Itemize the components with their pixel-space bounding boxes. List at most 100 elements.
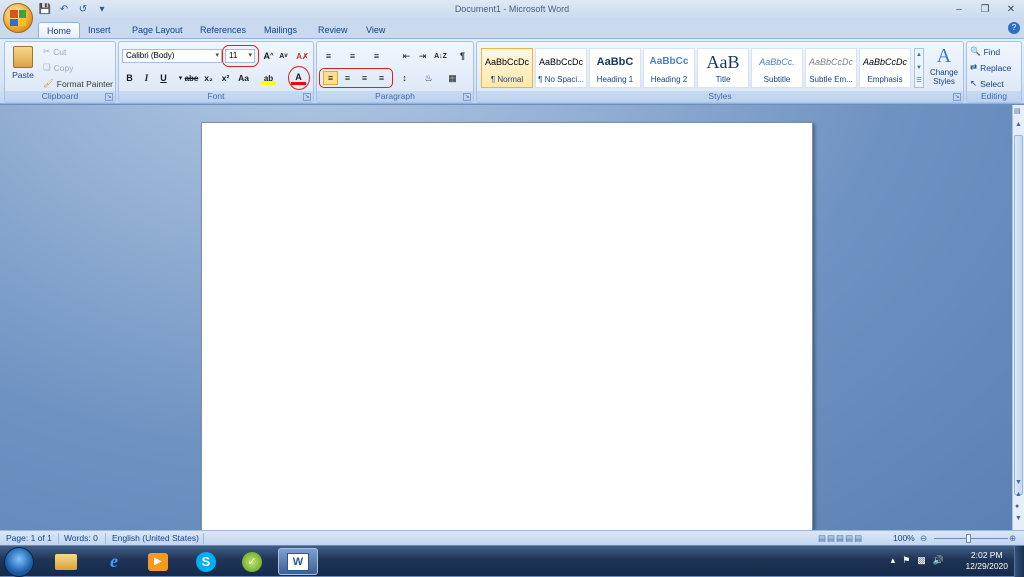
language[interactable]: English (United States): [112, 533, 199, 543]
change-styles-button[interactable]: A Change Styles: [927, 44, 961, 86]
font-dialog-launcher-icon[interactable]: ↘: [303, 93, 311, 101]
scroll-down-icon[interactable]: ▼: [1015, 479, 1022, 486]
style-emphasis[interactable]: AaBbCcDc Emphasis: [859, 48, 911, 88]
page-count[interactable]: Page: 1 of 1: [6, 533, 52, 543]
strikethrough-button[interactable]: abe: [184, 71, 199, 85]
scroll-up-icon[interactable]: ▲: [1015, 121, 1022, 128]
ruler-toggle-icon[interactable]: ▤: [1014, 107, 1021, 115]
change-styles-icon: A: [936, 45, 952, 67]
select-button[interactable]: ↖ Select: [970, 77, 1004, 90]
styles-scroll[interactable]: ▲ ▼ ☰: [914, 48, 924, 88]
change-case-button[interactable]: Aa: [236, 71, 251, 85]
style-no-spacing[interactable]: AaBbCcDc ¶ No Spaci...: [535, 48, 587, 88]
borders-icon[interactable]: ▦: [445, 71, 460, 85]
style-title[interactable]: AaB Title: [697, 48, 749, 88]
tab-view[interactable]: View: [358, 22, 393, 38]
minimize-icon[interactable]: –: [946, 0, 972, 18]
green-app-icon[interactable]: ✓: [232, 548, 272, 575]
taskbar: e ▶ S ✓ W ▴ ⚑ ▩ 🔊 2:02 PM 12/29/2020: [0, 545, 1024, 577]
tab-page-layout[interactable]: Page Layout: [124, 22, 191, 38]
binoculars-icon: 🔍: [970, 46, 981, 56]
start-button[interactable]: [4, 547, 34, 577]
style-preview: AaBbC: [596, 56, 634, 68]
word-taskbar-icon[interactable]: W: [278, 548, 318, 575]
underline-button[interactable]: U: [156, 71, 171, 85]
show-formatting-button[interactable]: ¶: [455, 49, 470, 63]
clear-formatting-icon[interactable]: A✗: [295, 49, 310, 63]
show-desktop-button[interactable]: [1014, 546, 1024, 577]
multilevel-list-icon[interactable]: ≡: [369, 49, 384, 63]
font-family-combo[interactable]: Calibri (Body) ▾: [122, 49, 222, 63]
style-preview: AaBbCcDc: [808, 57, 853, 67]
replace-icon: ⇄: [970, 62, 978, 72]
decrease-indent-icon[interactable]: ⇤: [399, 49, 414, 63]
copy-button[interactable]: ❏ Copy: [43, 61, 73, 74]
zoom-level[interactable]: 100%: [893, 533, 915, 543]
previous-page-icon[interactable]: ▲: [1015, 491, 1022, 498]
view-buttons-icon[interactable]: ▤▤▤▤▤: [818, 533, 863, 544]
grow-font-button[interactable]: A ^: [261, 49, 276, 63]
bold-button[interactable]: B: [122, 71, 137, 85]
paragraph-dialog-launcher-icon[interactable]: ↘: [463, 93, 471, 101]
find-button[interactable]: 🔍 Find: [970, 45, 1000, 58]
select-label: Select: [980, 78, 1004, 89]
clipboard-dialog-launcher-icon[interactable]: ↘: [105, 93, 113, 101]
next-page-icon[interactable]: ▼: [1015, 515, 1022, 522]
tab-review[interactable]: Review: [310, 22, 356, 38]
styles-dialog-launcher-icon[interactable]: ↘: [953, 93, 961, 101]
increase-indent-icon[interactable]: ⇥: [415, 49, 430, 63]
internet-explorer-icon[interactable]: e: [94, 548, 134, 575]
style-heading-2[interactable]: AaBbCc Heading 2: [643, 48, 695, 88]
style-subtitle[interactable]: AaBbCc. Subtitle: [751, 48, 803, 88]
font-group-label: Font: [119, 91, 313, 102]
network-icon[interactable]: ▩: [917, 555, 926, 566]
close-icon[interactable]: ✕: [998, 0, 1024, 18]
tab-references[interactable]: References: [192, 22, 254, 38]
zoom-in-icon[interactable]: ⊕: [1009, 533, 1016, 544]
sort-icon[interactable]: A↓Z: [433, 49, 448, 63]
scroll-thumb[interactable]: [1014, 135, 1023, 495]
tab-home[interactable]: Home: [38, 22, 81, 38]
vertical-scrollbar[interactable]: ▤ ▲ ▼ ▲ ● ▼: [1012, 105, 1024, 530]
undo-icon[interactable]: ↶: [57, 3, 71, 16]
zoom-slider-track[interactable]: [934, 538, 1008, 539]
bullets-icon[interactable]: ≡: [321, 49, 336, 63]
redo-icon[interactable]: ↺: [76, 3, 90, 16]
clock[interactable]: 2:02 PM 12/29/2020: [965, 550, 1008, 572]
volume-icon[interactable]: 🔊: [933, 555, 944, 566]
cut-button[interactable]: ✂ Cut: [43, 45, 66, 58]
shrink-font-button[interactable]: Av: [276, 49, 291, 63]
style-heading-1[interactable]: AaBbC Heading 1: [589, 48, 641, 88]
style-name: Title: [715, 75, 731, 84]
zoom-out-icon[interactable]: ⊖: [920, 533, 927, 544]
media-player-icon[interactable]: ▶: [138, 548, 178, 575]
document-page[interactable]: [201, 122, 813, 542]
line-spacing-icon[interactable]: ↕: [397, 71, 412, 85]
help-icon[interactable]: ?: [1008, 22, 1020, 34]
shading-icon[interactable]: ♨: [421, 71, 436, 85]
zoom-slider-thumb[interactable]: [966, 534, 971, 543]
format-painter-button[interactable]: 🖌 Format Painter: [43, 77, 113, 90]
browse-object-icon[interactable]: ●: [1015, 503, 1019, 510]
explorer-icon[interactable]: [46, 548, 86, 575]
italic-button[interactable]: I: [139, 71, 154, 85]
subscript-button[interactable]: x₂: [201, 71, 216, 85]
office-button[interactable]: [3, 3, 33, 33]
style-subtle-emphasis[interactable]: AaBbCcDc Subtle Em...: [805, 48, 857, 88]
superscript-button[interactable]: x²: [218, 71, 233, 85]
tab-mailings[interactable]: Mailings: [256, 22, 305, 38]
style-normal[interactable]: AaBbCcDc ¶ Normal: [481, 48, 533, 88]
numbering-icon[interactable]: ≡: [345, 49, 360, 63]
replace-button[interactable]: ⇄ Replace: [970, 61, 1011, 74]
word-count[interactable]: Words: 0: [64, 533, 98, 543]
save-icon[interactable]: 💾: [38, 3, 52, 16]
ribbon-tabs: Home Insert Page Layout References Maili…: [0, 20, 1024, 38]
restore-icon[interactable]: ❐: [972, 0, 998, 18]
customize-icon[interactable]: ▾: [95, 3, 109, 16]
tray-arrow-icon[interactable]: ▴: [891, 555, 896, 566]
tab-insert[interactable]: Insert: [80, 22, 119, 38]
skype-icon[interactable]: S: [186, 548, 226, 575]
paste-button[interactable]: Paste: [9, 45, 37, 85]
highlight-button[interactable]: ab: [261, 71, 276, 85]
action-center-icon[interactable]: ⚑: [902, 555, 910, 566]
